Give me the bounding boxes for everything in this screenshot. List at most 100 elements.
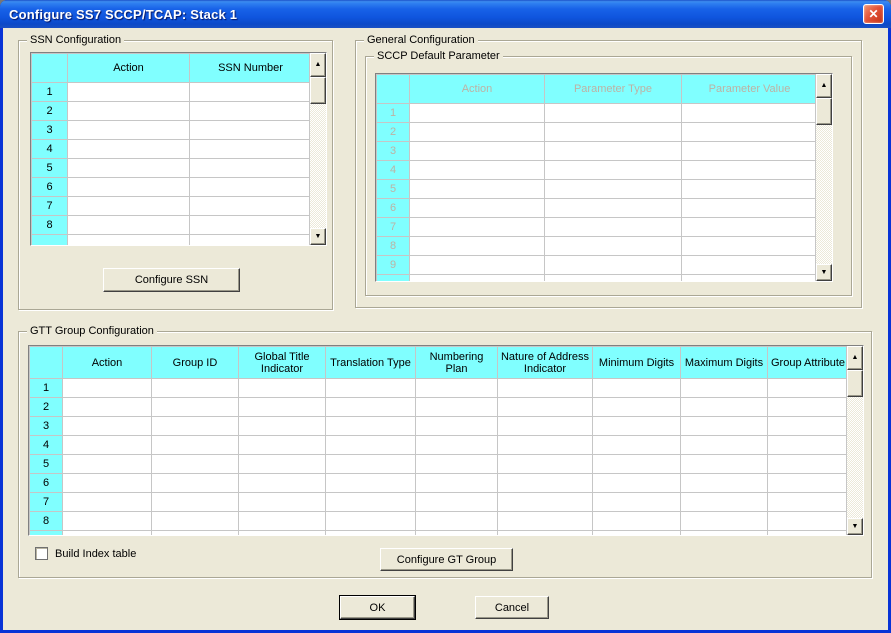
grid-cell[interactable] — [768, 531, 849, 537]
ok-button[interactable]: OK — [340, 596, 415, 619]
gtt-group-table[interactable]: ActionGroup IDGlobal Title IndicatorTran… — [28, 345, 864, 536]
grid-cell[interactable] — [498, 417, 593, 436]
grid-cell[interactable] — [416, 436, 498, 455]
grid-cell[interactable] — [239, 379, 326, 398]
row-header[interactable] — [30, 531, 63, 537]
grid-cell[interactable] — [239, 512, 326, 531]
grid-cell[interactable] — [498, 493, 593, 512]
grid-cell[interactable] — [416, 474, 498, 493]
cancel-button[interactable]: Cancel — [475, 596, 549, 619]
grid-cell[interactable] — [63, 436, 152, 455]
row-header[interactable]: 2 — [32, 102, 68, 121]
scroll-down-icon[interactable]: ▼ — [310, 228, 326, 245]
grid-cell[interactable] — [768, 474, 849, 493]
row-header[interactable]: 6 — [30, 474, 63, 493]
grid-cell[interactable] — [190, 102, 312, 121]
grid-cell[interactable] — [190, 216, 312, 235]
scroll-up-icon[interactable]: ▲ — [847, 346, 863, 370]
row-header[interactable]: 5 — [32, 159, 68, 178]
grid-cell[interactable] — [239, 436, 326, 455]
grid-cell[interactable] — [68, 197, 190, 216]
grid-cell[interactable] — [498, 379, 593, 398]
grid-cell[interactable] — [593, 531, 681, 537]
grid-cell[interactable] — [152, 398, 239, 417]
ssn-table-scrollbar[interactable]: ▲ ▼ — [309, 53, 326, 245]
row-header[interactable]: 8 — [32, 216, 68, 235]
grid-cell[interactable] — [190, 83, 312, 102]
grid-cell[interactable] — [63, 512, 152, 531]
row-header[interactable]: 7 — [32, 197, 68, 216]
grid-cell[interactable] — [416, 379, 498, 398]
grid-cell[interactable] — [239, 398, 326, 417]
grid-cell[interactable] — [416, 512, 498, 531]
grid-cell[interactable] — [768, 417, 849, 436]
grid-cell[interactable] — [63, 398, 152, 417]
grid-cell[interactable] — [593, 474, 681, 493]
grid-cell[interactable] — [190, 159, 312, 178]
ssn-table[interactable]: ActionSSN Number12345678 ▲ ▼ — [30, 52, 327, 246]
grid-cell[interactable] — [498, 531, 593, 537]
grid-cell[interactable] — [416, 531, 498, 537]
grid-cell[interactable] — [68, 140, 190, 159]
grid-cell[interactable] — [326, 436, 416, 455]
grid-cell[interactable] — [681, 474, 768, 493]
grid-cell[interactable] — [416, 398, 498, 417]
grid-cell[interactable] — [68, 159, 190, 178]
grid-cell[interactable] — [63, 417, 152, 436]
row-header[interactable]: 2 — [30, 398, 63, 417]
grid-cell[interactable] — [239, 531, 326, 537]
grid-cell[interactable] — [416, 417, 498, 436]
grid-cell[interactable] — [768, 379, 849, 398]
row-header[interactable] — [32, 235, 68, 247]
scroll-down-icon[interactable]: ▼ — [816, 264, 832, 281]
scroll-up-icon[interactable]: ▲ — [310, 53, 326, 77]
row-header[interactable]: 3 — [30, 417, 63, 436]
grid-cell[interactable] — [681, 531, 768, 537]
grid-cell[interactable] — [190, 121, 312, 140]
grid-cell[interactable] — [768, 398, 849, 417]
grid-cell[interactable] — [152, 417, 239, 436]
grid-cell[interactable] — [498, 436, 593, 455]
grid-cell[interactable] — [681, 417, 768, 436]
grid-cell[interactable] — [68, 121, 190, 140]
grid-cell[interactable] — [68, 83, 190, 102]
grid-cell[interactable] — [190, 197, 312, 216]
scroll-down-icon[interactable]: ▼ — [847, 518, 863, 535]
grid-cell[interactable] — [593, 379, 681, 398]
grid-cell[interactable] — [593, 398, 681, 417]
grid-cell[interactable] — [68, 216, 190, 235]
row-header[interactable]: 1 — [32, 83, 68, 102]
grid-cell[interactable] — [498, 474, 593, 493]
grid-cell[interactable] — [768, 436, 849, 455]
grid-cell[interactable] — [681, 493, 768, 512]
grid-cell[interactable] — [326, 531, 416, 537]
grid-cell[interactable] — [152, 436, 239, 455]
configure-ssn-button[interactable]: Configure SSN — [103, 268, 240, 292]
grid-cell[interactable] — [681, 398, 768, 417]
grid-cell[interactable] — [416, 455, 498, 474]
grid-cell[interactable] — [768, 455, 849, 474]
scrollbar-thumb[interactable] — [310, 77, 326, 104]
grid-cell[interactable] — [681, 512, 768, 531]
row-header[interactable]: 4 — [32, 140, 68, 159]
scrollbar-thumb[interactable] — [847, 370, 863, 397]
sccp-table-scrollbar[interactable]: ▲ ▼ — [815, 74, 832, 281]
grid-cell[interactable] — [63, 531, 152, 537]
grid-cell[interactable] — [593, 512, 681, 531]
grid-cell[interactable] — [63, 474, 152, 493]
grid-cell[interactable] — [152, 474, 239, 493]
scrollbar-thumb[interactable] — [816, 98, 832, 125]
grid-cell[interactable] — [593, 417, 681, 436]
grid-cell[interactable] — [239, 455, 326, 474]
grid-cell[interactable] — [326, 417, 416, 436]
row-header[interactable]: 1 — [30, 379, 63, 398]
grid-cell[interactable] — [152, 531, 239, 537]
grid-cell[interactable] — [63, 455, 152, 474]
grid-cell[interactable] — [239, 474, 326, 493]
grid-cell[interactable] — [63, 379, 152, 398]
grid-cell[interactable] — [152, 512, 239, 531]
grid-cell[interactable] — [239, 417, 326, 436]
grid-cell[interactable] — [326, 398, 416, 417]
grid-cell[interactable] — [326, 512, 416, 531]
build-index-table-checkbox[interactable] — [35, 547, 48, 560]
